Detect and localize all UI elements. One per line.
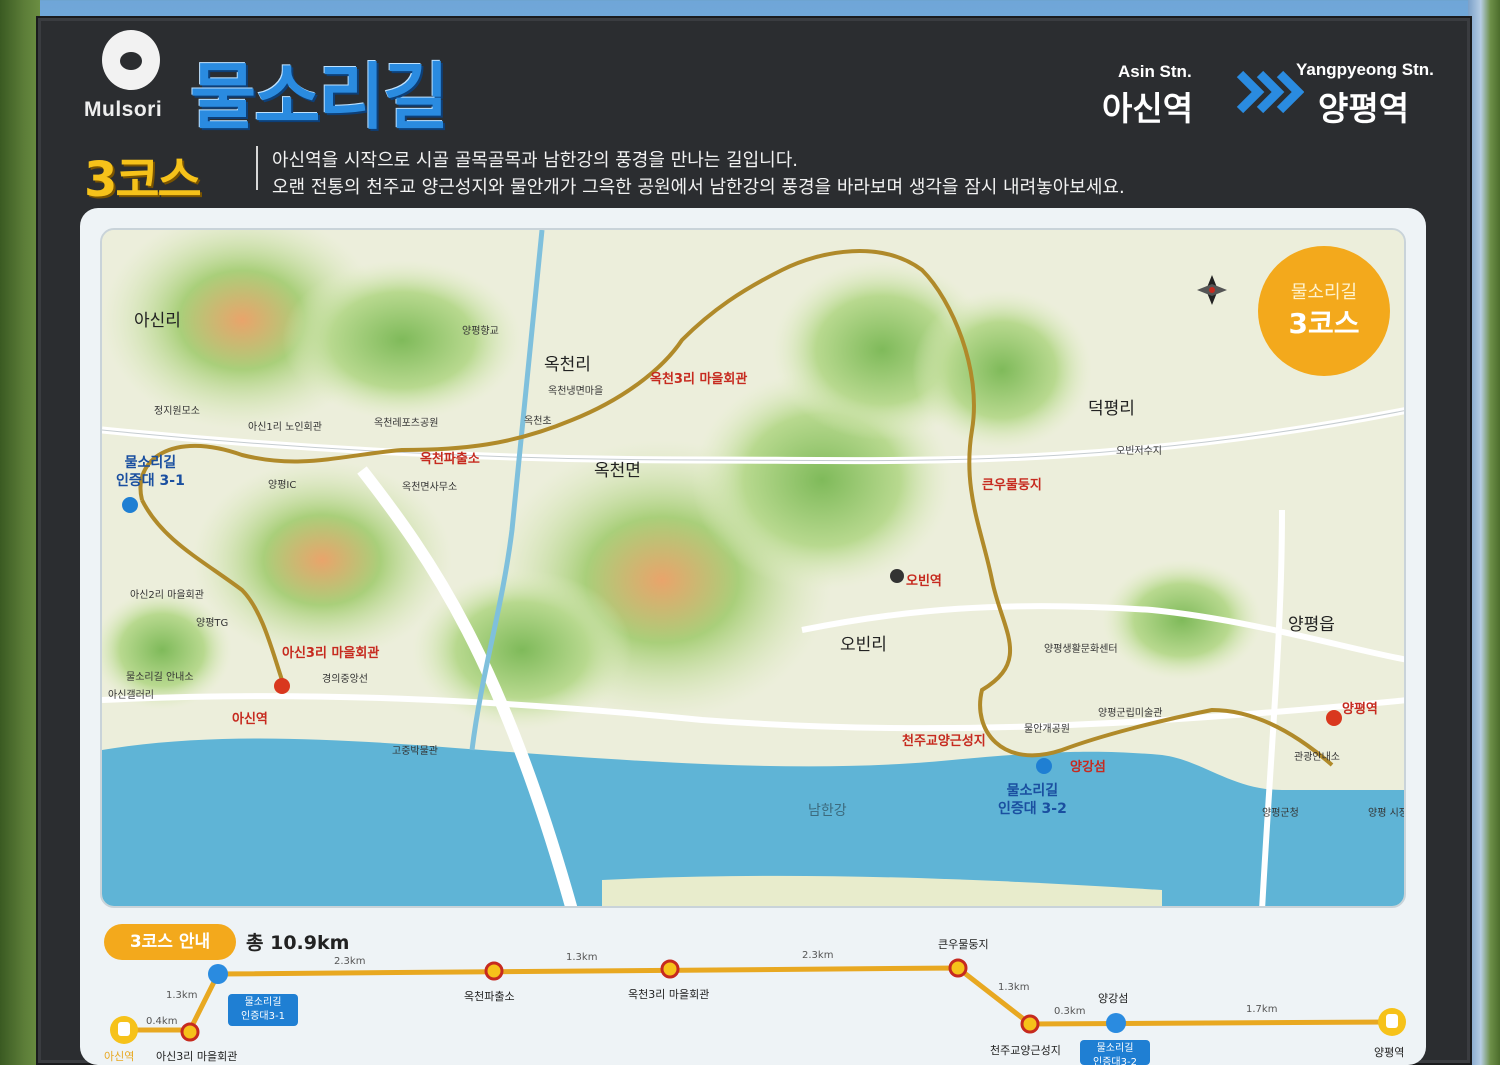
stop-label: 큰우물둥지 xyxy=(938,938,989,951)
segment-distance: 2.3km xyxy=(802,950,834,961)
segment-distance: 2.3km xyxy=(334,956,366,967)
stop-label: 아신역 xyxy=(104,1050,135,1063)
stop-label: 아신3리 마을회관 xyxy=(156,1050,238,1063)
segment-distance: 1.3km xyxy=(566,952,598,963)
segment-distance: 1.3km xyxy=(166,990,198,1001)
segment-distance: 1.3km xyxy=(998,982,1030,993)
cert-box-3-2: 물소리길 인증대3-2 xyxy=(1080,1040,1150,1065)
stop-label: 옥천파출소 xyxy=(464,990,515,1003)
course-line xyxy=(110,958,1406,1044)
stop-label: 양강섬 xyxy=(1098,992,1129,1005)
cert-box-3-1: 물소리길 인증대3-1 xyxy=(228,994,298,1026)
segment-distance: 0.3km xyxy=(1054,1006,1086,1017)
segment-distance: 0.4km xyxy=(146,1016,178,1027)
segment-distance: 1.7km xyxy=(1246,1004,1278,1015)
stop-label: 옥천3리 마을회관 xyxy=(628,988,710,1001)
stop-label: 천주교양근성지 xyxy=(990,1044,1061,1057)
stop-label: 양평역 xyxy=(1374,1046,1405,1059)
